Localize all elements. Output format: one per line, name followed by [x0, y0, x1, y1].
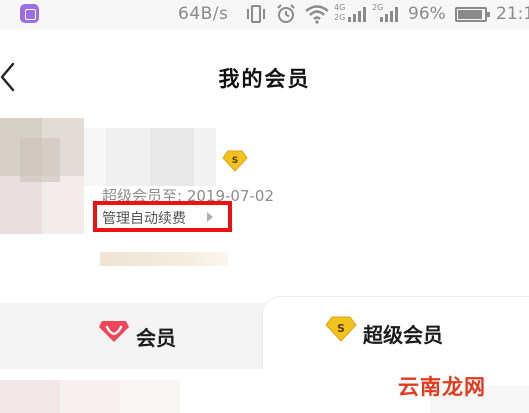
avatar[interactable] [0, 118, 84, 234]
page-title: 我的会员 [218, 67, 311, 91]
tab-member[interactable]: 会员 [0, 303, 282, 369]
heart-diamond-icon [99, 321, 129, 342]
manage-auto-renew-link[interactable]: 管理自动续费 [93, 201, 232, 232]
tab-member-label: 会员 [136, 326, 176, 350]
blurred-info [100, 252, 228, 266]
tab-super-member[interactable]: S 超级会员 [262, 296, 529, 369]
svg-text:S: S [337, 322, 345, 335]
watermark: 云南龙网 [398, 375, 486, 399]
alarm-icon [275, 4, 297, 29]
super-vip-badge-icon: S [222, 150, 248, 172]
status-clock: 21:1 [496, 4, 529, 24]
svg-text:S: S [232, 156, 238, 166]
network-speed: 64B/s [178, 4, 229, 24]
battery-icon [455, 7, 490, 22]
nickname-blurred [84, 128, 216, 186]
page-header: 我的会员 [0, 30, 529, 118]
manage-auto-renew-label: 管理自动续费 [102, 211, 186, 227]
gallery-icon [20, 4, 39, 23]
diamond-s-icon: S [325, 316, 357, 342]
vibrate-icon [245, 4, 267, 29]
profile-card: S 超级会员至: 2019-07-02 管理自动续费 [0, 118, 529, 298]
status-bar: 64B/s 4G 2G 2G 96% 21:1 [0, 0, 529, 30]
wifi-icon [304, 4, 330, 29]
membership-tabs: 会员 S 超级会员 [0, 296, 529, 376]
battery-percent: 96% [408, 4, 446, 24]
tab-super-member-label: 超级会员 [363, 323, 443, 347]
triangle-right-icon [207, 212, 213, 222]
